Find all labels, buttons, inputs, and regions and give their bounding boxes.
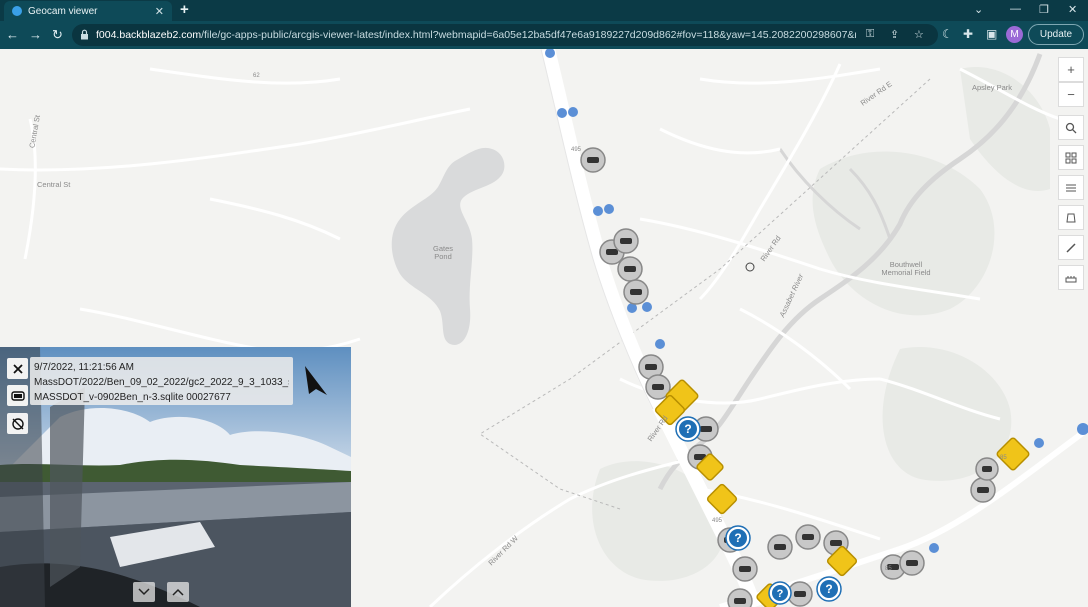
search-button[interactable] [1058, 115, 1084, 140]
geocam-favicon-icon [12, 6, 22, 16]
screen-icon [10, 390, 25, 401]
svg-text:?: ? [684, 422, 691, 436]
map-label: Central St [37, 180, 71, 189]
profile-avatar[interactable]: M [1006, 26, 1023, 43]
route-shield-495: 495 [571, 147, 582, 153]
extensions-puzzle-icon[interactable]: ✚ [963, 27, 973, 41]
tab-close-icon[interactable]: ✕ [155, 5, 164, 18]
svg-text:?: ? [734, 531, 741, 545]
tab-geocam-viewer[interactable]: Geocam viewer ✕ [4, 1, 172, 21]
url-path: /file/gc-apps-public/arcgis-viewer-lates… [201, 29, 856, 41]
camera-marker [899, 550, 925, 576]
chevron-down-icon [138, 588, 150, 596]
close-panorama-button[interactable] [7, 358, 28, 379]
nav-back-button[interactable] [133, 582, 155, 602]
zoom-in-button[interactable]: + [1058, 57, 1084, 82]
camera-marker [970, 477, 996, 503]
sketch-button[interactable] [1058, 235, 1084, 260]
route-shield-85: 85 [1000, 455, 1007, 461]
fullscreen-button[interactable] [7, 385, 28, 406]
close-icon [12, 363, 23, 374]
browser-tab-bar: Geocam viewer ✕ + ⌄ — ❐ ✕ [0, 0, 1088, 21]
url-text: f004.backblazeb2.com/file/gc-apps-public… [96, 29, 856, 41]
map-label: Apsley Park [972, 83, 1013, 92]
tab-title: Geocam viewer [28, 5, 98, 17]
camera-marker [795, 524, 821, 550]
question-marker: ? [675, 416, 701, 442]
camera-marker [732, 556, 758, 582]
list-icon [1066, 184, 1076, 191]
grid-icon [1065, 152, 1077, 163]
camera-marker [623, 279, 649, 305]
map-label: Bouthwell Memorial Field [881, 260, 931, 277]
update-button[interactable]: Update [1028, 24, 1084, 45]
location-off-icon [11, 417, 24, 430]
tab-search-chevron-icon[interactable]: ⌄ [974, 3, 983, 16]
camera-marker [613, 228, 639, 254]
map-view[interactable]: ? ? ? ? Central St Central St 62 495 495… [0, 49, 1088, 607]
camera-marker [617, 256, 643, 282]
minimize-icon[interactable]: — [1010, 3, 1021, 15]
address-bar[interactable]: f004.backblazeb2.com/file/gc-apps-public… [72, 24, 938, 46]
restore-icon[interactable]: ❐ [1039, 3, 1049, 16]
side-panel-icon[interactable]: ▣ [986, 27, 997, 41]
key-icon[interactable]: ⚿ [866, 28, 874, 41]
camera-marker [727, 588, 753, 607]
basemap-gallery-button[interactable] [1058, 145, 1084, 170]
bookmarks-button[interactable] [1058, 205, 1084, 230]
hide-location-button[interactable] [7, 413, 28, 434]
back-arrow-icon[interactable]: ← [6, 27, 19, 42]
camera-marker [580, 147, 606, 173]
pencil-icon [1066, 242, 1076, 253]
svg-text:?: ? [777, 588, 784, 600]
shape-icon [1066, 213, 1076, 222]
forward-arrow-icon[interactable]: → [29, 27, 42, 42]
route-shield-495: 495 [712, 518, 723, 524]
extension-moon-icon[interactable]: ☾ [942, 27, 953, 41]
search-icon [1065, 122, 1077, 133]
zoom-out-button[interactable]: − [1058, 82, 1084, 107]
share-icon[interactable]: ⇪ [890, 28, 899, 41]
hand-cursor-icon [745, 262, 755, 272]
camera-marker [767, 534, 793, 560]
route-shield-62: 62 [253, 73, 260, 79]
nav-forward-button[interactable] [167, 582, 189, 602]
map-label: Gates Pond [432, 244, 453, 261]
panorama-viewer[interactable]: 9/7/2022, 11:21:56 AM MassDOT/2022/Ben_0… [0, 347, 351, 607]
chevron-up-icon [172, 588, 184, 596]
layer-list-button[interactable] [1058, 175, 1084, 200]
ruler-icon [1065, 275, 1077, 282]
measure-button[interactable] [1058, 265, 1084, 290]
route-shield-85: 85 [885, 566, 892, 572]
bookmark-star-icon[interactable]: ☆ [914, 28, 924, 41]
map-toolbar: + − [1058, 57, 1084, 295]
reload-icon[interactable]: ↻ [52, 27, 63, 43]
lock-icon [81, 29, 88, 40]
compass-arrow-icon [305, 366, 327, 395]
panorama-info: 9/7/2022, 11:21:56 AM MassDOT/2022/Ben_0… [30, 357, 293, 405]
browser-toolbar: ← → ↻ f004.backblazeb2.com/file/gc-apps-… [0, 21, 1088, 49]
url-host: f004.backblazeb2.com [96, 29, 202, 41]
question-marker: ? [816, 576, 842, 602]
window-close-icon[interactable]: ✕ [1068, 3, 1077, 16]
camera-marker [975, 457, 999, 481]
zoom-controls: + − [1058, 57, 1084, 107]
panorama-timestamp: 9/7/2022, 11:21:56 AM [34, 362, 134, 373]
question-marker: ? [725, 525, 751, 551]
panorama-path: MassDOT/2022/Ben_09_02_2022/gc2_2022_9_3… [34, 377, 289, 388]
new-tab-button[interactable]: + [180, 1, 189, 18]
panorama-file: MASSDOT_v-0902Ben_n-3.sqlite 00027677 [34, 392, 231, 403]
question-marker: ? [768, 581, 792, 605]
svg-text:?: ? [825, 582, 832, 596]
